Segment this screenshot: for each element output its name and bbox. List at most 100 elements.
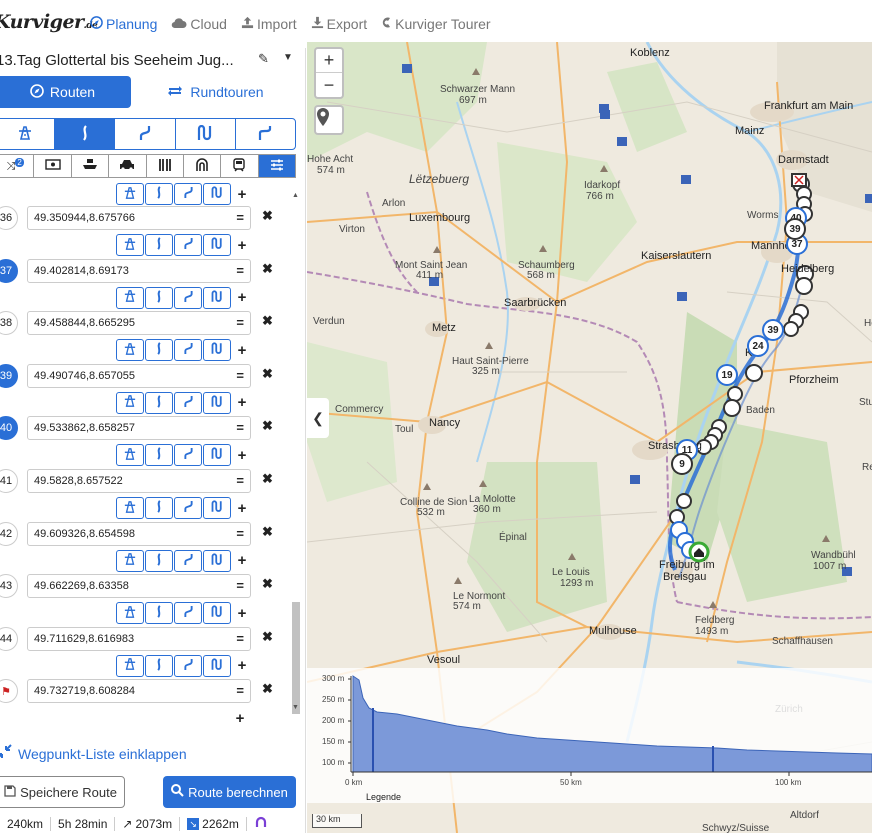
locate-button[interactable]: [314, 105, 344, 135]
waypoint-input[interactable]: 49.5828,8.657522 =: [27, 469, 251, 493]
segment-mode-button[interactable]: [203, 234, 231, 256]
waypoint-input[interactable]: 49.490746,8.657055 =: [27, 363, 251, 388]
scrollbar-thumb[interactable]: [292, 602, 300, 714]
mode-extra-curvy-button[interactable]: [115, 119, 176, 149]
toll-option[interactable]: [34, 155, 72, 177]
insert-waypoint-button[interactable]: +: [232, 497, 252, 519]
segment-mode-button[interactable]: [174, 444, 202, 467]
segment-mode-button[interactable]: [203, 654, 231, 677]
collapse-waypoints-link[interactable]: Wegpunkt-Liste einklappen: [0, 744, 187, 763]
segment-mode-button[interactable]: [145, 497, 173, 519]
route-waypoint-marker[interactable]: 39: [762, 319, 784, 341]
route-title[interactable]: 13.Tag Glottertal bis Seeheim Jug...: [0, 52, 234, 69]
drag-handle-icon[interactable]: =: [236, 417, 244, 439]
nav-kurviger-tourer[interactable]: Kurviger Tourer: [381, 16, 491, 32]
segment-mode-button[interactable]: [145, 549, 173, 572]
calculate-route-button[interactable]: Route berechnen: [163, 776, 296, 808]
drag-handle-icon[interactable]: =: [236, 365, 244, 387]
segment-mode-button[interactable]: [116, 286, 144, 309]
remove-waypoint-button[interactable]: ✖: [262, 418, 273, 434]
drag-handle-icon[interactable]: =: [236, 207, 244, 229]
car-option[interactable]: [109, 155, 147, 177]
segment-mode-button[interactable]: [203, 497, 231, 519]
remove-waypoint-button[interactable]: ✖: [262, 681, 273, 697]
route-waypoint-marker[interactable]: 19: [716, 364, 738, 386]
map-view[interactable]: Koblenz Frankfurt am Main Mainz Darmstadt Sc…: [307, 42, 872, 833]
nav-import[interactable]: Import: [241, 16, 297, 32]
remove-waypoint-button[interactable]: ✖: [262, 208, 273, 224]
drag-handle-icon[interactable]: =: [236, 680, 244, 702]
segment-mode-button[interactable]: [145, 234, 173, 256]
waypoint-list-scrollbar[interactable]: ▲ ▼: [291, 184, 301, 719]
remove-waypoint-button[interactable]: ✖: [262, 629, 273, 645]
segment-mode-button[interactable]: [145, 602, 173, 625]
segment-mode-button[interactable]: [145, 444, 173, 467]
collapse-panel-tab[interactable]: ❮: [307, 398, 329, 438]
segment-mode-button[interactable]: [174, 602, 202, 625]
mode-custom-curvy-button[interactable]: [236, 119, 295, 149]
segment-mode-button[interactable]: [174, 286, 202, 309]
unpaved-option[interactable]: [147, 155, 184, 177]
ferry-option[interactable]: [72, 155, 110, 177]
insert-waypoint-button[interactable]: +: [232, 287, 252, 309]
waypoint-number[interactable]: 41: [0, 469, 18, 493]
segment-mode-button[interactable]: [116, 339, 144, 362]
segment-mode-button[interactable]: [116, 234, 144, 256]
segment-mode-button[interactable]: [174, 234, 202, 256]
mode-super-curvy-button[interactable]: [176, 119, 236, 149]
segment-mode-button[interactable]: [203, 602, 231, 625]
drag-handle-icon[interactable]: =: [236, 628, 244, 650]
remove-waypoint-button[interactable]: ✖: [262, 471, 273, 487]
waypoint-number[interactable]: 43: [0, 574, 18, 599]
segment-mode-button[interactable]: [174, 549, 202, 572]
segment-mode-button[interactable]: [145, 339, 173, 362]
segment-mode-button[interactable]: [116, 654, 144, 677]
segment-mode-button[interactable]: [116, 183, 144, 205]
remove-waypoint-button[interactable]: ✖: [262, 261, 273, 277]
kurviger-logo[interactable]: Kurviger.de: [0, 11, 98, 33]
insert-waypoint-button[interactable]: +: [232, 234, 252, 256]
settings-option[interactable]: [258, 155, 295, 177]
tab-routen[interactable]: Routen: [0, 76, 131, 108]
waypoint-input[interactable]: 49.732719,8.608284 =: [27, 679, 251, 704]
zoom-out-button[interactable]: −: [316, 73, 342, 97]
segment-mode-button[interactable]: [203, 286, 231, 309]
insert-waypoint-button[interactable]: +: [232, 183, 252, 205]
insert-waypoint-button[interactable]: +: [232, 550, 252, 572]
segment-mode-button[interactable]: [174, 183, 202, 205]
segment-mode-button[interactable]: [145, 654, 173, 677]
waypoint-input[interactable]: 49.458844,8.665295 =: [27, 311, 251, 336]
save-route-button[interactable]: Speichere Route: [0, 776, 125, 808]
caret-down-icon[interactable]: ▼: [283, 52, 293, 63]
segment-mode-button[interactable]: [203, 444, 231, 467]
route-waypoint-marker[interactable]: 9: [671, 453, 693, 475]
drag-handle-icon[interactable]: =: [236, 470, 244, 492]
waypoint-input[interactable]: 49.662269,8.63358 =: [27, 574, 251, 599]
segment-mode-button[interactable]: [203, 339, 231, 362]
waypoint-input[interactable]: 49.402814,8.69173 =: [27, 258, 251, 283]
route-waypoint-marker[interactable]: 39: [784, 218, 806, 240]
tab-rundtouren[interactable]: Rundtouren: [140, 76, 290, 108]
waypoint-number[interactable]: 38: [0, 311, 18, 336]
segment-mode-button[interactable]: [203, 391, 231, 414]
segment-mode-button[interactable]: [116, 549, 144, 572]
waypoint-input[interactable]: 49.533862,8.658257 =: [27, 416, 251, 441]
insert-waypoint-button[interactable]: +: [232, 602, 252, 624]
tunnel-option[interactable]: [184, 155, 222, 177]
insert-waypoint-button[interactable]: +: [232, 444, 252, 466]
insert-waypoint-button[interactable]: +: [232, 392, 252, 414]
segment-mode-button[interactable]: [116, 497, 144, 519]
segment-mode-button[interactable]: [145, 391, 173, 414]
remove-waypoint-button[interactable]: ✖: [262, 313, 273, 329]
segment-mode-button[interactable]: [116, 444, 144, 467]
waypoint-number[interactable]: 42: [0, 521, 18, 546]
drag-handle-icon[interactable]: =: [236, 575, 244, 597]
segment-mode-button[interactable]: [145, 183, 173, 205]
drag-handle-icon[interactable]: =: [236, 312, 244, 334]
alternatives-option[interactable]: ⤨ 2: [0, 155, 35, 177]
waypoint-number[interactable]: 44: [0, 626, 18, 651]
nav-planung[interactable]: Planung: [90, 16, 157, 32]
segment-mode-button[interactable]: [174, 654, 202, 677]
drag-handle-icon[interactable]: =: [236, 260, 244, 282]
mode-curvy-button[interactable]: [55, 119, 116, 149]
